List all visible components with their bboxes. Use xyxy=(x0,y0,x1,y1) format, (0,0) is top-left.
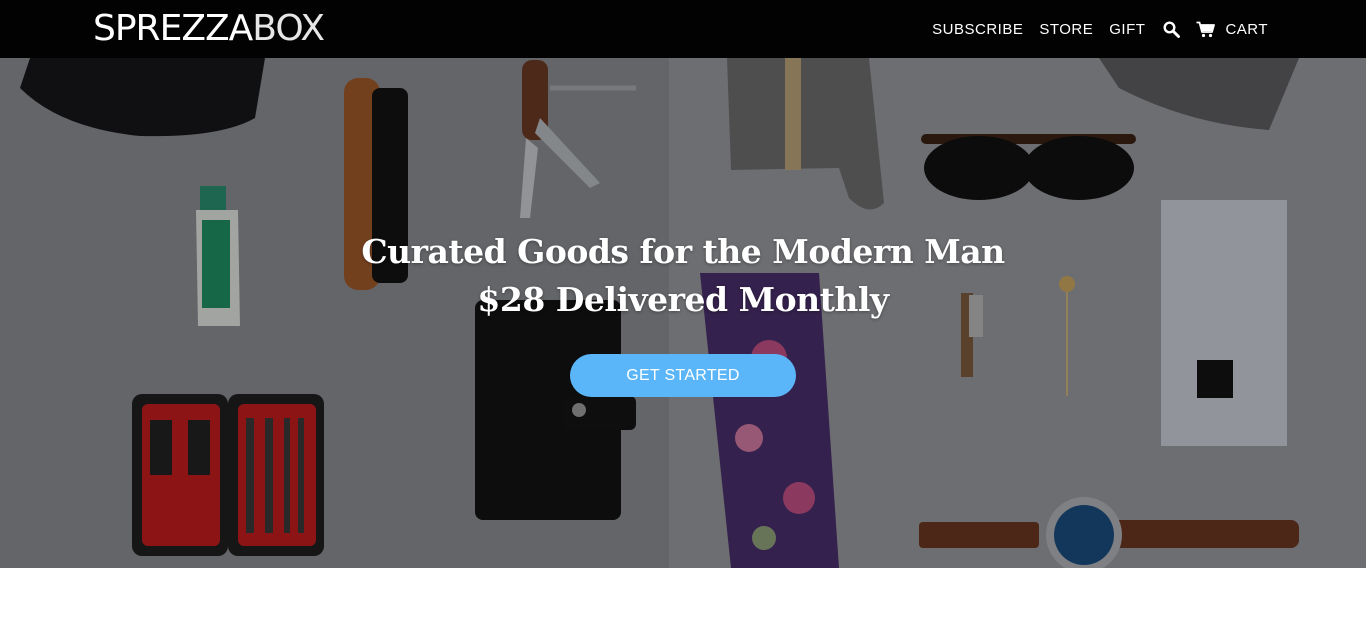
search-button[interactable] xyxy=(1163,20,1181,38)
logo-part-sprezza: SPREZZA xyxy=(93,8,253,49)
get-started-button[interactable]: GET STARTED xyxy=(570,354,796,397)
nav-store-link[interactable]: STORE xyxy=(1039,21,1093,38)
cart-icon xyxy=(1196,21,1216,37)
hero-headline: Curated Goods for the Modern Man xyxy=(361,232,1005,271)
search-icon xyxy=(1163,20,1181,38)
hero-subheadline: $28 Delivered Monthly xyxy=(477,280,889,319)
hero-content: Curated Goods for the Modern Man $28 Del… xyxy=(0,58,1366,568)
cart-link[interactable]: CART xyxy=(1196,21,1268,38)
sprezzabox-logo[interactable]: SPREZZABOX xyxy=(93,7,325,51)
logo-part-box: BOX xyxy=(252,8,325,49)
cart-label: CART xyxy=(1225,20,1268,38)
site-header: SPREZZABOX SUBSCRIBE STORE GIFT CART xyxy=(0,0,1366,58)
nav-subscribe-link[interactable]: SUBSCRIBE xyxy=(932,21,1023,38)
nav-gift-link[interactable]: GIFT xyxy=(1109,21,1145,38)
main-nav: SUBSCRIBE STORE GIFT CART xyxy=(932,0,1268,58)
hero-banner: Curated Goods for the Modern Man $28 Del… xyxy=(0,58,1366,568)
